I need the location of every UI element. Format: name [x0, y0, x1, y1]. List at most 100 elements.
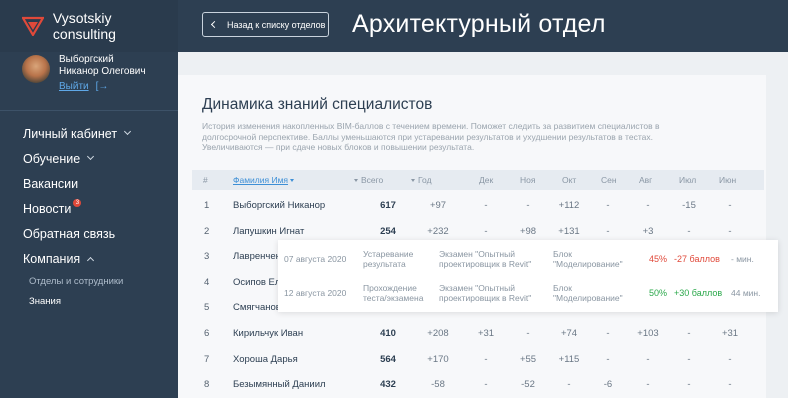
sidebar-item-vacancies[interactable]: Вакансии [23, 171, 178, 196]
col-aug: Авг [639, 175, 653, 185]
table-row[interactable]: 6 Кирильчук Иван 410 +208 +31 - +74 - +103 - +31 [192, 320, 764, 346]
popup-date: 12 августа 2020 [284, 288, 347, 298]
sidebar-subitem-knowledge[interactable]: Знания [23, 291, 178, 311]
popup-exam: Экзамен "Опытный проектировщик в Revit" [439, 249, 531, 269]
cell-idx: 7 [204, 353, 210, 365]
back-button[interactable]: Назад к списку отделов [202, 12, 329, 37]
cell-idx: 8 [204, 379, 210, 391]
col-oct: Окт [562, 175, 577, 185]
sidebar-item-label: Обучение [23, 151, 81, 166]
sort-arrow-icon [290, 179, 295, 182]
popup-row: 12 августа 2020 Прохождение теста/экзамен… [278, 276, 778, 312]
avatar[interactable] [22, 55, 50, 83]
popup-type-line1: Устаревание [363, 249, 414, 259]
header: Назад к списку отделов Архитектурный отд… [178, 0, 788, 52]
table-row[interactable]: 7 Хороша Дарья 564 +170 - +55 +115 - - - - [192, 346, 764, 372]
popup-type: Прохождение теста/экзамена [363, 283, 423, 303]
col-dec: Дек [479, 175, 494, 185]
cell-sep: - [606, 225, 610, 237]
popup-percent: 50% [649, 288, 668, 298]
cell-jul: -15 [682, 200, 696, 211]
cell-year: +208 [427, 328, 449, 339]
popup-type-line2: результата [363, 259, 406, 269]
cell-name: Кирильчук Иван [233, 328, 304, 339]
popup-type-line1: Прохождение [363, 283, 417, 293]
cell-name: Хороша Дарья [233, 353, 298, 365]
popup-date: 07 августа 2020 [284, 254, 347, 264]
sidebar-item-feedback[interactable]: Обратная связь [23, 221, 178, 246]
col-name-label: Фамилия Имя [233, 175, 289, 185]
cell-aug: +3 [642, 225, 654, 237]
sidebar-item-label: Личный кабинет [23, 126, 118, 141]
logout-icon[interactable]: [→ [96, 81, 109, 92]
sidebar-subitem-departments[interactable]: Отделы и сотрудники [23, 271, 178, 291]
page-title: Архитектурный отдел [352, 10, 606, 38]
chevron-down-icon [124, 127, 132, 136]
cell-nov: -52 [521, 379, 535, 391]
popup-exam-line1: Экзамен "Опытный [439, 283, 515, 293]
cell-idx: 4 [204, 276, 210, 288]
col-nov: Ноя [520, 175, 536, 185]
chevron-left-icon [210, 20, 219, 29]
col-year-label: Год [418, 175, 432, 185]
cell-dec: - [484, 353, 488, 365]
cell-oct: +74 [560, 328, 578, 339]
cell-oct: +115 [558, 353, 580, 365]
cell-jul: - [687, 379, 691, 391]
table-row[interactable]: 8 Безымянный Даниил 432 -58 - -52 - -6 - - - [192, 371, 764, 397]
sidebar-item-cabinet[interactable]: Личный кабинет [23, 121, 178, 146]
sidebar-item-learning[interactable]: Обучение [23, 146, 178, 171]
col-jul: Июл [679, 175, 697, 185]
table-row[interactable]: 1 Выборгский Никанор 617 +97 - - +112 - - -15 - [192, 192, 764, 218]
cell-jun: +31 [721, 328, 739, 339]
cell-jul: - [687, 225, 691, 237]
cell-jul: - [687, 353, 691, 365]
popup-type: Устаревание результата [363, 249, 413, 269]
sidebar-item-label: Вакансии [23, 176, 79, 191]
sidebar-item-news[interactable]: Новости 3 [23, 196, 178, 221]
cell-oct: +112 [558, 200, 580, 211]
cell-nov: +98 [519, 225, 537, 237]
logout-link[interactable]: Выйти [→ [59, 81, 146, 92]
col-sep: Сен [601, 175, 617, 185]
user-panel: Выборгский Никанор Олегович Выйти [→ [0, 54, 178, 100]
col-jun: Июн [719, 175, 737, 185]
sidebar-nav: Личный кабинет Обучение Вакансии Новости… [0, 111, 178, 311]
sort-arrow-icon [354, 179, 358, 182]
popup-time: - мин. [731, 254, 754, 264]
cell-jun: - [728, 353, 732, 365]
cell-idx: 3 [204, 251, 210, 263]
card-title: Динамика знаний специалистов [202, 96, 433, 113]
cell-idx: 2 [204, 225, 210, 237]
col-total[interactable]: Всего [354, 175, 383, 185]
cell-dec: - [484, 200, 488, 211]
user-name-line2: Никанор Олегович [59, 66, 146, 77]
cell-oct: +131 [558, 225, 580, 237]
popup-block: Блок "Моделирование" [553, 283, 623, 303]
brand-name: Vysotskiy consulting [52, 10, 116, 42]
popup-block-line1: Блок [553, 249, 572, 259]
cell-aug: +103 [637, 328, 659, 339]
card-description: История изменения накопленных BIM-баллов… [202, 121, 660, 152]
brand[interactable]: Vysotskiy consulting [0, 0, 178, 52]
cell-oct: - [567, 379, 571, 391]
cell-total: 617 [380, 200, 396, 211]
cell-dec: +31 [477, 328, 495, 339]
cell-aug: - [646, 200, 650, 211]
cell-sep: - [606, 353, 610, 365]
cell-year: +97 [429, 200, 447, 211]
cell-nov: +55 [519, 353, 537, 365]
cell-jun: - [728, 379, 732, 391]
cell-nov: - [526, 328, 530, 339]
sidebar: Vysotskiy consulting Выборгский Никанор … [0, 0, 178, 398]
sidebar-item-company[interactable]: Компания [23, 246, 178, 271]
popup-points: -27 баллов [674, 254, 720, 264]
sidebar-item-label: Обратная связь [23, 226, 116, 241]
col-name[interactable]: Фамилия Имя [233, 175, 295, 185]
popup-time: 44 мин. [731, 288, 761, 298]
popup-type-line2: теста/экзамена [363, 293, 424, 303]
popup-exam: Экзамен "Опытный проектировщик в Revit" [439, 283, 531, 303]
knowledge-dynamics-card: Динамика знаний специалистов История изм… [178, 75, 766, 398]
col-year[interactable]: Год [411, 175, 432, 185]
cell-aug: - [646, 379, 650, 391]
